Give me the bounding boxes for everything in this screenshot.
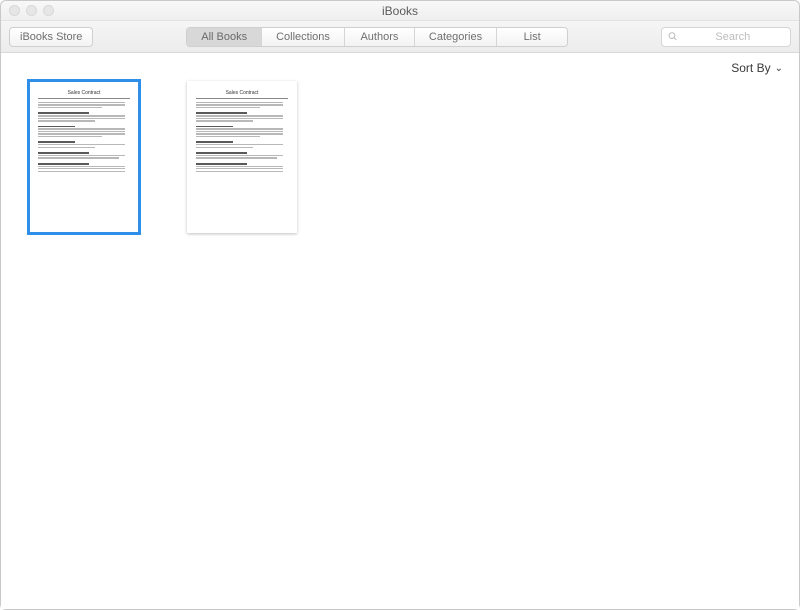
sort-by-button[interactable]: Sort By ⌄ [731, 61, 783, 75]
book-thumbnail[interactable]: Sales Contract [187, 81, 297, 233]
tab-all-books[interactable]: All Books [187, 28, 262, 46]
search-field[interactable] [661, 27, 791, 47]
search-icon [668, 31, 678, 42]
tab-authors[interactable]: Authors [345, 28, 415, 46]
tab-categories[interactable]: Categories [415, 28, 497, 46]
toolbar: iBooks Store All Books Collections Autho… [1, 21, 799, 53]
library-content: Sort By ⌄ Sales Contract Sales Contract [1, 53, 799, 609]
tab-collections[interactable]: Collections [262, 28, 345, 46]
chevron-down-icon: ⌄ [775, 63, 783, 74]
ibooks-store-button[interactable]: iBooks Store [9, 27, 93, 47]
titlebar: iBooks [1, 1, 799, 21]
sort-by-label: Sort By [731, 61, 770, 75]
tab-list[interactable]: List [497, 28, 567, 46]
ibooks-window: iBooks iBooks Store All Books Collection… [0, 0, 800, 610]
divider [38, 98, 130, 99]
document-title: Sales Contract [38, 89, 130, 97]
search-input[interactable] [682, 31, 784, 43]
view-segmented-control: All Books Collections Authors Categories… [186, 27, 568, 47]
document-title: Sales Contract [196, 89, 288, 97]
window-title: iBooks [1, 4, 799, 18]
divider [196, 98, 288, 99]
books-grid: Sales Contract Sales Contract [29, 81, 297, 233]
book-thumbnail[interactable]: Sales Contract [29, 81, 139, 233]
